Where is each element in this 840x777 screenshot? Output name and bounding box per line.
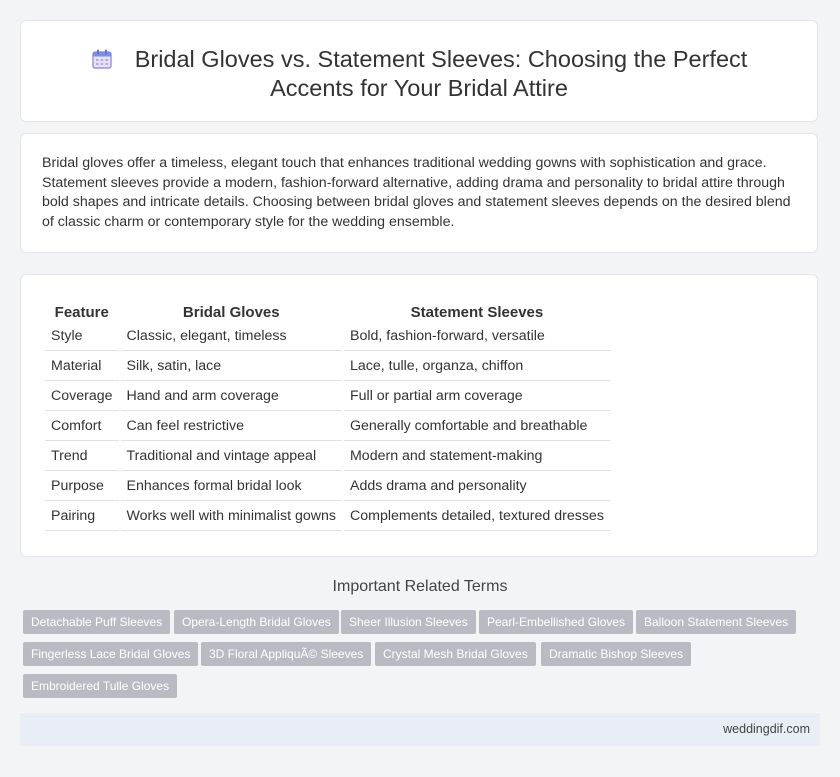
table-row: Style Classic, elegant, timeless Bold, f…	[45, 321, 610, 351]
gloves-cell: Classic, elegant, timeless	[120, 321, 342, 351]
table-header-row: Feature Bridal Gloves Statement Sleeves	[45, 297, 610, 321]
tag-link[interactable]: 3D Floral AppliquÃ© Sleeves	[201, 642, 372, 666]
table-row: Purpose Enhances formal bridal look Adds…	[45, 471, 610, 501]
feature-cell: Material	[45, 351, 119, 381]
gloves-cell: Can feel restrictive	[120, 411, 342, 441]
gloves-cell: Traditional and vintage appeal	[120, 441, 342, 471]
title-line-1: Bridal Gloves vs. Statement Sleeves: Cho…	[134, 46, 748, 72]
tag-link[interactable]: Pearl-Embellished Gloves	[479, 610, 634, 634]
footer-bar: weddingdif.com	[20, 713, 820, 746]
sleeves-cell: Bold, fashion-forward, versatile	[343, 321, 610, 351]
intro-paragraph: Bridal gloves offer a timeless, elegant …	[42, 155, 791, 230]
tag-link[interactable]: Opera-Length Bridal Gloves	[174, 610, 339, 634]
feature-cell: Purpose	[45, 471, 119, 501]
comparison-card: Feature Bridal Gloves Statement Sleeves …	[20, 274, 818, 557]
tag-link[interactable]: Detachable Puff Sleeves	[23, 610, 171, 634]
header-bridal-gloves: Bridal Gloves	[182, 304, 280, 321]
feature-cell: Trend	[45, 441, 119, 471]
header-feature: Feature	[54, 304, 109, 321]
tag-link[interactable]: Embroidered Tulle Gloves	[23, 674, 178, 698]
sleeves-cell: Lace, tulle, organza, chiffon	[343, 351, 610, 381]
feature-cell: Comfort	[45, 411, 119, 441]
sleeves-cell: Complements detailed, textured dresses	[343, 501, 610, 531]
sleeves-cell: Adds drama and personality	[343, 471, 610, 501]
gloves-cell: Hand and arm coverage	[120, 381, 342, 411]
sleeves-cell: Modern and statement-making	[343, 441, 610, 471]
comparison-table: Feature Bridal Gloves Statement Sleeves …	[43, 297, 612, 531]
table-row: Material Silk, satin, lace Lace, tulle, …	[45, 351, 610, 381]
sleeves-cell: Generally comfortable and breathable	[343, 411, 610, 441]
gloves-cell: Works well with minimalist gowns	[120, 501, 342, 531]
table-row: Trend Traditional and vintage appeal Mod…	[45, 441, 610, 471]
tag-link[interactable]: Sheer Illusion Sleeves	[341, 610, 476, 634]
title-line-2: Accents for Your Bridal Attire	[270, 75, 568, 101]
intro-card: Bridal gloves offer a timeless, elegant …	[20, 133, 818, 253]
feature-cell: Pairing	[45, 501, 119, 531]
tag-link[interactable]: Crystal Mesh Bridal Gloves	[375, 642, 536, 666]
footer-site-link[interactable]: weddingdif.com	[723, 722, 810, 736]
header-statement-sleeves: Statement Sleeves	[410, 304, 544, 321]
gloves-cell: Enhances formal bridal look	[120, 471, 342, 501]
tag-link[interactable]: Balloon Statement Sleeves	[636, 610, 797, 634]
feature-cell: Coverage	[45, 381, 119, 411]
tag-link[interactable]: Dramatic Bishop Sleeves	[541, 642, 692, 666]
title-card: Bridal Gloves vs. Statement Sleeves: Cho…	[20, 20, 818, 122]
tag-link[interactable]: Fingerless Lace Bridal Gloves	[23, 642, 199, 666]
sleeves-cell: Full or partial arm coverage	[343, 381, 610, 411]
calendar-icon	[91, 48, 113, 70]
table-row: Pairing Works well with minimalist gowns…	[45, 501, 610, 531]
related-terms-title: Important Related Terms	[332, 578, 508, 595]
table-row: Comfort Can feel restrictive Generally c…	[45, 411, 610, 441]
gloves-cell: Silk, satin, lace	[120, 351, 342, 381]
page-title: Bridal Gloves vs. Statement Sleeves: Cho…	[21, 45, 817, 103]
table-row: Coverage Hand and arm coverage Full or p…	[45, 381, 610, 411]
feature-cell: Style	[45, 321, 119, 351]
